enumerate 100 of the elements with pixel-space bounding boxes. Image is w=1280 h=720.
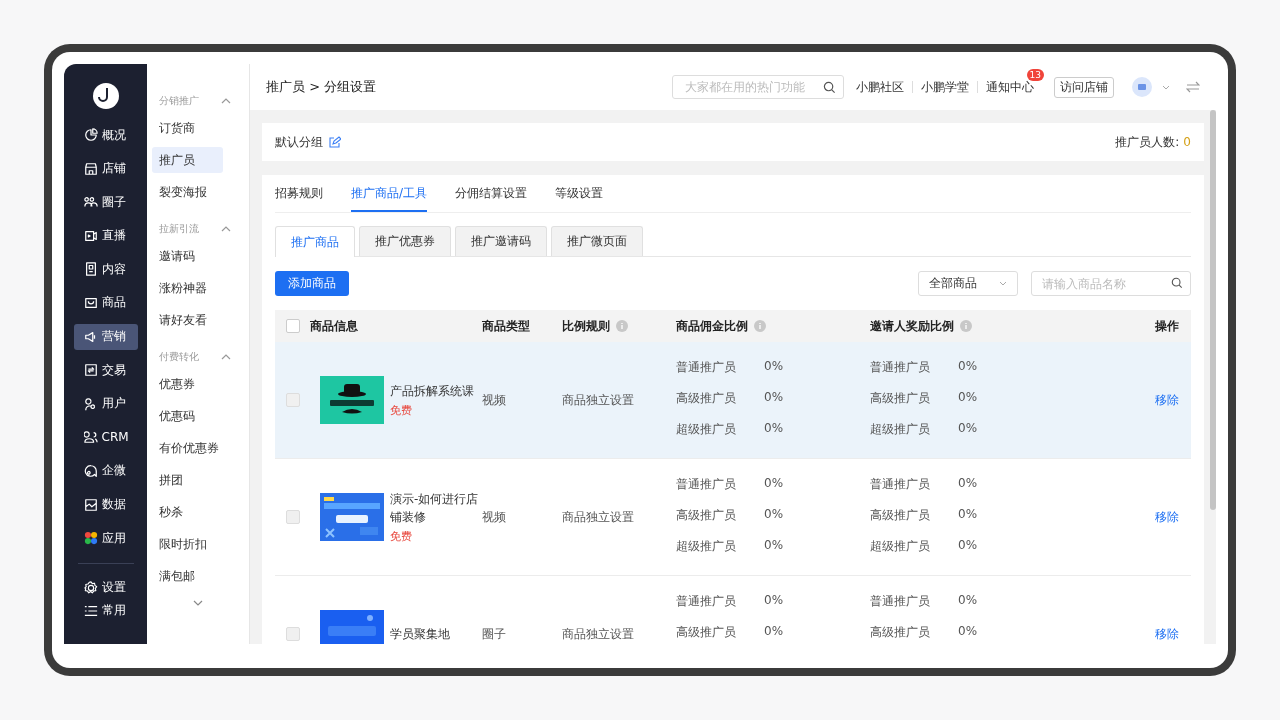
nav-item[interactable]: 营销 <box>73 323 138 350</box>
nav-icon <box>83 161 98 176</box>
level-label: 超级推广员 <box>870 421 931 438</box>
caret-icon <box>999 281 1007 286</box>
submenu-item[interactable]: 推广员 <box>152 147 223 173</box>
rate-value: 0% <box>764 390 784 406</box>
list-icon <box>83 603 98 618</box>
nav-icon <box>83 295 98 310</box>
submenu-item[interactable]: 秒杀 <box>152 499 223 525</box>
level-label: 普通推广员 <box>676 593 737 610</box>
submenu-item[interactable]: 优惠码 <box>152 403 223 429</box>
level-label: 普通推广员 <box>870 593 931 610</box>
nav-icon <box>83 463 98 478</box>
level-label: 高级推广员 <box>676 624 737 641</box>
header-link[interactable]: 通知中心 <box>986 78 1034 96</box>
search-field[interactable]: 大家都在用的热门功能 <box>672 75 844 99</box>
info-icon[interactable] <box>960 320 972 332</box>
chevron-icon[interactable] <box>221 354 231 360</box>
table-row[interactable]: 学员聚集地 圈子 商品独立设置 普通推广员 0% 高级推广员 0% 普通推广员 0% 高级推广员 0% 移除 <box>275 576 1191 644</box>
checkbox[interactable] <box>285 393 300 407</box>
nav-item[interactable]: 交易 <box>73 357 138 384</box>
tab[interactable]: 推广邀请码 <box>455 226 547 256</box>
nav-icon <box>83 430 98 445</box>
add-product-button[interactable]: 添加商品 <box>275 271 349 296</box>
nav-item[interactable]: 圈子 <box>73 189 138 216</box>
nav-item[interactable]: 概况 <box>73 122 138 148</box>
product-filter-dropdown[interactable]: 全部商品 <box>918 271 1018 296</box>
search-field[interactable]: 请输入商品名称 <box>1031 271 1191 296</box>
edit-icon[interactable] <box>329 136 341 148</box>
rate-value: 0% <box>764 359 784 375</box>
remove-link[interactable]: 移除 <box>1155 625 1179 643</box>
submenu-item[interactable]: 满包邮 <box>152 563 223 589</box>
remove-link[interactable]: 移除 <box>1155 508 1179 526</box>
header-link[interactable]: 小鹏社区 <box>856 78 904 96</box>
count-label: 推广员人数: <box>1115 133 1180 151</box>
highlighted-row[interactable]: 产品拆解系统课 免费 视频 商品独立设置 普通推广员 0% 高级推广员 0% 超级推广员 0% 普通推广员 0% 高级推广员 0% 超级推广员 0% 移除 <box>275 342 1191 459</box>
menu-group-title: 分销推广 <box>159 94 199 108</box>
submenu-item[interactable]: 涨粉神器 <box>152 275 223 301</box>
table-cell: 商品独立设置 <box>562 626 634 641</box>
submenu-item[interactable]: 邀请码 <box>152 243 223 269</box>
tab[interactable]: 推广微页面 <box>551 226 643 256</box>
rate-value: 0% <box>958 390 978 406</box>
column-header: 操作 <box>1155 317 1179 335</box>
chevron-icon[interactable] <box>221 226 231 232</box>
submenu-item[interactable]: 拼团 <box>152 467 223 493</box>
visit-store-button[interactable]: 访问店铺 <box>1054 76 1114 98</box>
table-cell: 商品独立设置 <box>562 509 634 524</box>
header-link[interactable]: 小鹏学堂 <box>921 78 969 96</box>
nav-item[interactable]: 常用 <box>73 599 138 622</box>
swap-icon[interactable] <box>1186 81 1200 93</box>
tab[interactable]: 推广商品 <box>275 226 355 257</box>
nav-item[interactable]: 直播 <box>73 222 138 249</box>
avatar-icon[interactable] <box>1132 77 1152 97</box>
count-value: 0 <box>1183 135 1191 149</box>
product-title[interactable]: 演示-如何进行店铺装修 <box>390 490 482 526</box>
level-label: 超级推广员 <box>676 538 737 555</box>
submenu-item[interactable]: 请好友看 <box>152 307 223 333</box>
checkbox[interactable] <box>285 319 300 333</box>
submenu-item[interactable]: 裂变海报 <box>152 179 223 205</box>
product-title[interactable]: 产品拆解系统课 <box>390 382 482 400</box>
rate-value: 0% <box>764 593 784 609</box>
tab[interactable]: 等级设置 <box>555 175 604 212</box>
nav-item[interactable]: 用户 <box>73 390 138 417</box>
tab[interactable]: 推广优惠券 <box>359 226 451 256</box>
apps-icon <box>83 531 98 546</box>
info-icon[interactable] <box>754 320 766 332</box>
nav-item[interactable]: 商品 <box>73 289 138 316</box>
nav-item[interactable]: 数据 <box>73 491 138 518</box>
nav-item[interactable]: CRM <box>73 424 138 451</box>
nav-item[interactable]: 应用 <box>73 525 138 552</box>
level-label: 普通推广员 <box>870 359 931 376</box>
checkbox[interactable] <box>285 627 300 641</box>
nav-item[interactable]: 企微 <box>73 457 138 484</box>
chevron-down-icon[interactable] <box>193 600 203 606</box>
info-icon[interactable] <box>616 320 628 332</box>
nav-item[interactable]: 设置 <box>73 576 138 599</box>
submenu-item[interactable]: 优惠券 <box>152 371 223 397</box>
chevron-icon[interactable] <box>221 98 231 104</box>
nav-icon <box>83 497 98 512</box>
product-title[interactable]: 学员聚集地 <box>390 625 482 643</box>
caret-icon[interactable] <box>1162 84 1170 90</box>
table-row[interactable]: 演示-如何进行店铺装修 免费 视频 商品独立设置 普通推广员 0% 高级推广员 0% 超级推广员 0% 普通推广员 0% 高级推广员 0% 超级推广员 0% 移除 <box>275 459 1191 576</box>
submenu-item[interactable]: 订货商 <box>152 115 223 141</box>
menu-group-title: 付费转化 <box>159 350 199 364</box>
submenu-item[interactable]: 限时折扣 <box>152 531 223 557</box>
rate-value: 0% <box>958 421 978 437</box>
tab[interactable]: 招募规则 <box>275 175 323 212</box>
nav-item[interactable]: 内容 <box>73 256 138 283</box>
rate-value: 0% <box>764 624 784 640</box>
tab[interactable]: 分佣结算设置 <box>455 175 528 212</box>
nav-icon <box>83 228 98 243</box>
nav-item[interactable]: 店铺 <box>73 155 138 182</box>
remove-link[interactable]: 移除 <box>1155 391 1179 409</box>
rate-value: 0% <box>764 421 784 437</box>
submenu-item[interactable]: 有价优惠券 <box>152 435 223 461</box>
menu-group-title: 拉新引流 <box>159 222 199 236</box>
scrollbar[interactable] <box>1210 110 1216 510</box>
level-label: 高级推广员 <box>870 624 931 641</box>
checkbox[interactable] <box>285 510 300 524</box>
tab[interactable]: 推广商品/工具 <box>351 175 428 212</box>
